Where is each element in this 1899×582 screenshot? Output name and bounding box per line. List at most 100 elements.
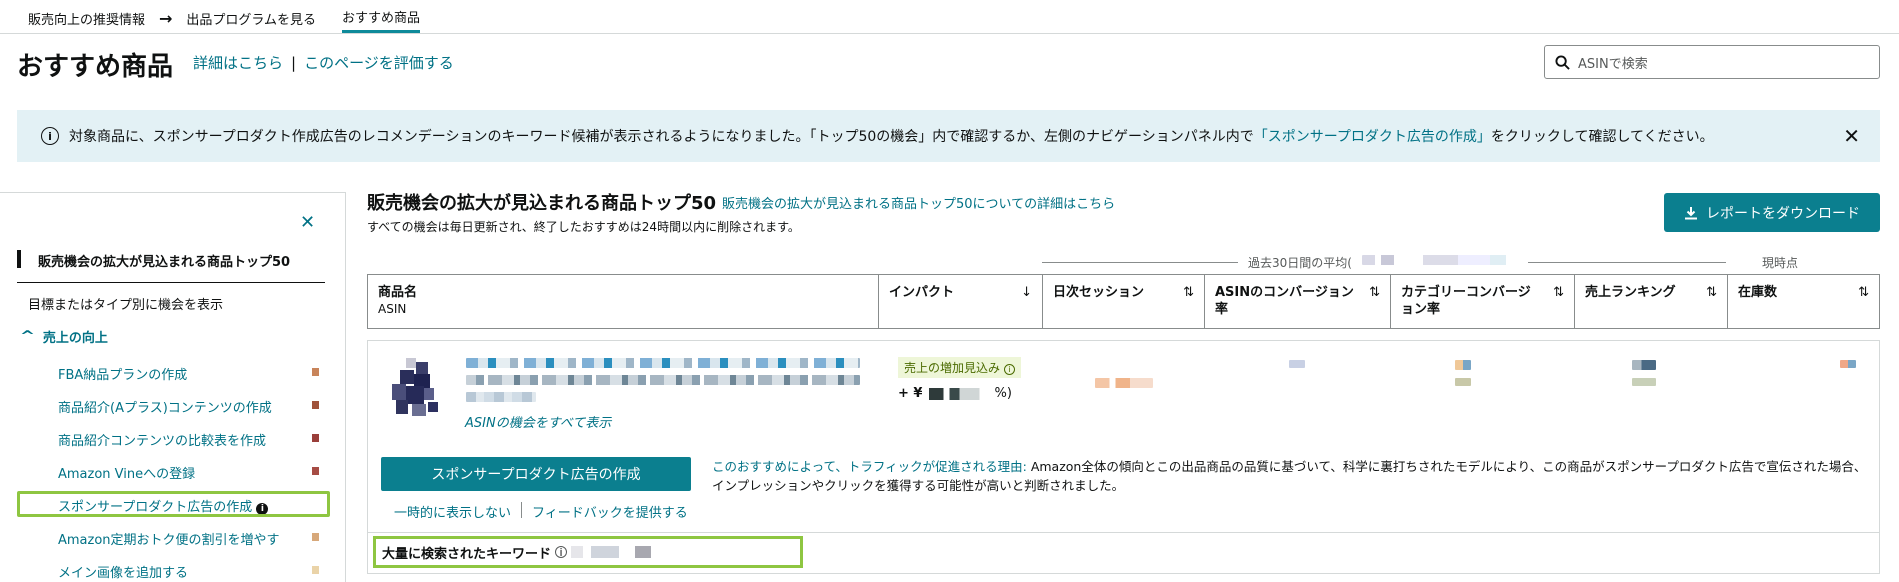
table-header: 商品名 ASIN インパクト ↓ 日次セッション ⇅ ASINのコンバージョン率… [367,274,1880,329]
breadcrumb-item-current[interactable]: おすすめ商品 [342,7,421,33]
keyword-highlight-box: 大量に検索されたキーワード i [373,536,803,568]
column-header-sessions[interactable]: 日次セッション ⇅ [1043,275,1205,328]
sidebar-item-comparison[interactable]: 商品紹介コンテンツの比較表を作成 [58,430,320,449]
section-title: 販売機会の拡大が見込まれる商品トップ50 [367,193,717,214]
status-dot [312,434,319,442]
keyword-divider [367,532,1880,533]
avg-bracket-line [1042,262,1238,263]
column-label: 売上ランキング [1585,285,1676,300]
section-subtitle: すべての機会は毎日更新され、終了したおすすめは24時間以内に削除されます。 [367,220,800,234]
download-report-button[interactable]: レポートをダウンロード [1664,193,1880,232]
redacted-value [1095,378,1153,388]
redacted-value [1455,378,1471,386]
breadcrumb: 販売向上の推奨情報 → 出品プログラムを見る おすすめ商品 [28,7,421,33]
status-dot [312,467,319,475]
close-icon[interactable]: ✕ [1843,124,1860,148]
hide-temporarily-link[interactable]: 一時的に表示しない [394,502,511,521]
sidebar-item-aplus[interactable]: 商品紹介(Aプラス)コンテンツの作成 [58,397,320,416]
redacted-keywords [571,546,652,558]
sort-icon[interactable]: ⇅ [1183,284,1194,301]
impact-badge: 売上の増加見込み i [898,357,1021,378]
redacted-value [1632,378,1656,386]
arrow-right-icon: → [159,8,173,28]
reason-lead[interactable]: このおすすめによって、トラフィックが促進される理由: [712,459,1027,474]
status-dot [312,566,319,574]
avg-bracket-line [1528,262,1726,263]
sort-icon[interactable]: ⇅ [1706,284,1717,301]
column-header-impact[interactable]: インパクト ↓ [879,275,1043,328]
banner-sp-link[interactable]: 「スポンサープロダクト広告の作成」 [1254,129,1491,145]
link-separator: | [291,53,297,72]
redacted-value [1632,360,1656,370]
card-actions: 一時的に表示しない フィードバックを提供する [394,502,688,521]
column-label: ASINのコンバージョン率 [1215,285,1354,317]
header-divider [0,33,1899,34]
rate-page-link[interactable]: このページを評価する [304,52,454,73]
status-dot [312,533,319,541]
redacted-value [1455,360,1471,370]
column-label: インパクト [889,285,955,300]
details-link[interactable]: 詳細はこちら [193,52,283,73]
search-icon [1555,54,1570,70]
status-dot [312,401,319,409]
redacted-value [1840,360,1856,368]
info-icon: i [555,546,568,559]
status-dot [312,368,319,376]
redacted-product-title [466,358,860,368]
action-divider [521,502,523,518]
sidebar-group-sales[interactable]: ^ 売上の向上 [19,327,108,346]
current-label: 現時点 [1762,256,1799,270]
column-label: カテゴリーコンバージョン率 [1401,285,1531,317]
breadcrumb-item-programs[interactable]: 出品プログラムを見る [186,9,316,28]
chevron-up-icon: ^ [19,329,36,344]
download-icon [1685,206,1697,219]
feedback-link[interactable]: フィードバックを提供する [532,502,688,521]
breadcrumb-item-recommendations[interactable]: 販売向上の推奨情報 [28,9,145,28]
sidebar-item-main-image[interactable]: メイン画像を追加する [58,562,320,581]
column-label: 日次セッション [1053,285,1145,300]
info-icon: i [41,127,59,145]
column-header-category-cvr[interactable]: カテゴリーコンバージョン率 ⇅ [1391,275,1575,328]
column-header-inventory[interactable]: 在庫数 ⇅ [1728,275,1879,328]
column-header-product[interactable]: 商品名 ASIN [368,275,879,328]
column-header-sales-rank[interactable]: 売上ランキング ⇅ [1575,275,1728,328]
column-label: 在庫数 [1738,285,1778,300]
sidebar-item-top50[interactable]: 販売機会の拡大が見込まれる商品トップ50 [38,251,290,270]
download-report-label: レポートをダウンロード [1706,205,1860,222]
search-input[interactable]: ASINで検索 [1544,45,1880,79]
highlight-box-sidebar [17,491,330,517]
sidebar-item-fba[interactable]: FBA納品プランの作成 [58,364,320,383]
redacted-value [1289,360,1305,368]
page-title: おすすめ商品 [17,52,174,82]
sidebar-item-subscribe[interactable]: Amazon定期おトク便の割引を増やす [58,529,320,548]
sort-down-icon[interactable]: ↓ [1021,284,1032,301]
column-header-asin-cvr[interactable]: ASINのコンバージョン率 ⇅ [1205,275,1391,328]
asin-opportunities-link[interactable]: ASINの機会をすべて表示 [465,412,611,431]
sidebar-filter-label: 目標またはタイプ別に機会を表示 [28,298,224,313]
column-label: 商品名 [378,285,418,300]
title-links: 詳細はこちら | このページを評価する [193,52,454,73]
redacted-product-title [466,392,536,402]
banner-text: 対象商品に、スポンサープロダクト作成広告のレコメンデーションのキーワード候補が表… [69,129,1714,145]
sort-icon[interactable]: ⇅ [1858,284,1869,301]
sort-icon[interactable]: ⇅ [1553,284,1564,301]
redacted-product-title [466,375,860,385]
avg-30-days-label: 過去30日間の平均( [1248,256,1352,270]
sort-icon[interactable]: ⇅ [1369,284,1380,301]
keyword-label: 大量に検索されたキーワード [382,546,552,562]
sidebar-item-vine[interactable]: Amazon Vineへの登録 [58,463,320,482]
recommendation-reason: このおすすめによって、トラフィックが促進される理由: Amazon全体の傾向とこ… [712,459,1867,493]
sidebar-divider [17,282,325,283]
column-sublabel: ASIN [378,302,407,316]
sidebar-group-label: 売上の向上 [42,331,108,346]
create-sponsored-ad-button[interactable]: スポンサープロダクト広告の作成 [381,457,691,491]
product-image [392,358,438,416]
sidebar-close-icon[interactable]: ✕ [300,212,315,233]
impact-value: + ¥%) [898,386,1012,401]
search-placeholder: ASINで検索 [1578,56,1648,72]
active-indicator [17,250,21,268]
info-banner: i 対象商品に、スポンサープロダクト作成広告のレコメンデーションのキーワード候補… [17,110,1880,162]
section-details-link[interactable]: 販売機会の拡大が見込まれる商品トップ50についての詳細はこちら [722,193,1115,212]
info-icon: i [1003,364,1015,375]
redacted-block [1362,255,1522,265]
